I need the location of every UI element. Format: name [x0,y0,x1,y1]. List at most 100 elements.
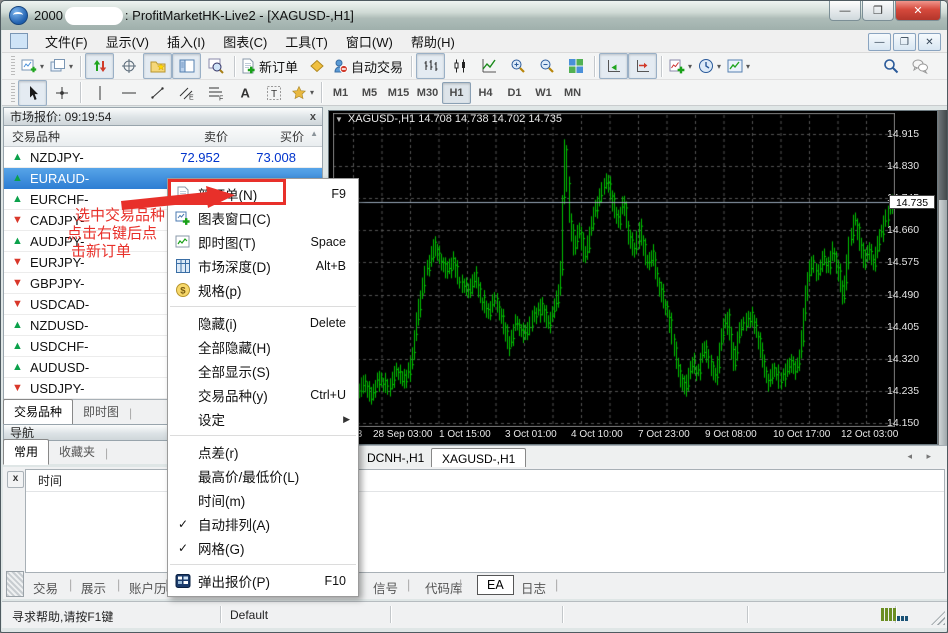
context-menu-item-弹出报价[interactable]: 弹出报价(P)F10 [168,569,358,593]
candles-button[interactable] [445,53,474,79]
folder-star-button[interactable] [143,53,172,79]
menu-窗口[interactable]: 窗口(W) [337,29,402,54]
hline-button[interactable] [114,80,143,106]
textA-button[interactable]: A [230,80,259,106]
timeframe-H1[interactable]: H1 [442,82,471,104]
resize-grip[interactable] [931,611,945,625]
dropdown-arrow-icon[interactable]: ▾ [688,62,692,71]
mdi-minimize-button[interactable]: — [868,33,891,51]
line-button[interactable] [474,53,503,79]
chat-button[interactable] [905,53,934,79]
mdi-restore-button[interactable]: ❐ [893,33,916,51]
terminal-close-icon[interactable]: x [7,471,24,488]
status-profile[interactable]: Default [230,608,268,622]
context-menu-item-即时图[interactable]: 即时图(T)Space [168,230,358,254]
menu-帮助[interactable]: 帮助(H) [402,29,464,54]
restore-button[interactable]: ❐ [862,1,894,21]
terminal-tab-日志[interactable]: 日志 [521,578,546,597]
zoom-out-button[interactable] [532,53,561,79]
vline-button[interactable] [85,80,114,106]
updown-button[interactable] [85,53,114,79]
tab-scroll-arrows-icon[interactable]: ◂ ▸ [907,451,937,462]
context-menu-item-时间[interactable]: 时间(m) [168,488,358,512]
navigator-tab-常用[interactable]: 常用 [3,439,49,465]
minimize-button[interactable]: — [829,1,861,21]
labelT-button[interactable]: T [259,80,288,106]
timeframe-M1[interactable]: M1 [326,82,355,104]
context-menu-item-规格[interactable]: $规格(p) [168,278,358,302]
timeframe-M15[interactable]: M15 [384,82,413,104]
crosshair-button[interactable] [47,80,76,106]
trend-button[interactable] [143,80,172,106]
chevron-down-icon[interactable]: ▼ [335,115,343,124]
context-menu-item-最高价/最低价[interactable]: 最高价/最低价(L) [168,464,358,488]
column-time[interactable]: 时间 [38,472,62,489]
column-symbol[interactable]: 交易品种 [4,128,140,145]
dropdown-arrow-icon[interactable]: ▾ [310,88,314,97]
cursor-button[interactable] [18,80,47,106]
menu-文件[interactable]: 文件(F) [36,29,97,54]
dropdown-arrow-icon[interactable]: ▾ [40,62,44,71]
zoom-in-button[interactable] [503,53,532,79]
scrollbar-thumb[interactable] [939,110,948,200]
timeframe-H4[interactable]: H4 [471,82,500,104]
search-button[interactable] [876,53,905,79]
terminal-grip-icon[interactable] [6,571,24,597]
channel-button[interactable]: E [172,80,201,106]
template-button[interactable]: ▾ [724,53,753,79]
shift-button[interactable] [628,53,657,79]
scroll-up-icon[interactable]: ▲ [310,129,318,138]
menu-图表[interactable]: 图表(C) [214,29,276,54]
timeframe-W1[interactable]: W1 [529,82,558,104]
tiles-button[interactable] [561,53,590,79]
market-watch-tab-即时图[interactable]: 即时图 [73,400,129,424]
mdi-close-button[interactable]: ✕ [918,33,941,51]
terminal-tab-信号[interactable]: 信号 [373,578,398,597]
profiles-button[interactable]: ▾ [47,53,76,79]
context-menu-item-点差[interactable]: 点差(r) [168,440,358,464]
terminal-tab-交易[interactable]: 交易 [33,578,58,597]
shapes-button[interactable]: ▾ [288,80,317,106]
clock-button[interactable]: ▾ [695,53,724,79]
timeframe-M5[interactable]: M5 [355,82,384,104]
column-ask[interactable]: 买价 [228,128,304,145]
timeframe-MN[interactable]: MN [558,82,587,104]
timeframe-D1[interactable]: D1 [500,82,529,104]
context-menu-item-自动排列[interactable]: ✓自动排列(A) [168,512,358,536]
price-chart-canvas[interactable] [333,113,895,427]
dropdown-arrow-icon[interactable]: ▾ [69,62,73,71]
doc-plus-button[interactable]: 新订单 [239,53,302,79]
terminal-tab-展示[interactable]: 展示 [81,578,106,597]
bars-button[interactable] [416,53,445,79]
close-icon[interactable]: x [310,112,316,122]
context-menu-item-全部显示[interactable]: 全部显示(S) [168,359,358,383]
menu-工具[interactable]: 工具(T) [276,29,337,54]
terminal-tab-代码库[interactable]: 代码库 [425,578,463,597]
context-menu-item-设定[interactable]: 设定▶ [168,407,358,431]
autoscroll-button[interactable] [599,53,628,79]
chart-plus-button[interactable]: ▾ [18,53,47,79]
close-button[interactable]: ✕ [895,1,941,21]
terminal-tab-EA[interactable]: EA [477,575,514,595]
fibo-button[interactable]: F [201,80,230,106]
market-watch-tab-交易品种[interactable]: 交易品种 [3,399,73,425]
navigator-tab-收藏夹[interactable]: 收藏夹 [49,440,105,464]
market-watch-row-NZDJPY[interactable]: ▲NZDJPY-72.95273.008 [4,147,322,168]
context-menu-item-市场深度[interactable]: 市场深度(D)Alt+B [168,254,358,278]
chart-scrollbar[interactable] [938,110,948,445]
loupe-window-button[interactable] [201,53,230,79]
context-menu-item-交易品种[interactable]: 交易品种(y)Ctrl+U [168,383,358,407]
context-menu-item-网格[interactable]: ✓网格(G) [168,536,358,560]
pointer-button[interactable] [302,53,331,79]
context-menu-item-全部隐藏[interactable]: 全部隐藏(H) [168,335,358,359]
dropdown-arrow-icon[interactable]: ▾ [717,62,721,71]
timeframe-M30[interactable]: M30 [413,82,442,104]
menu-显示[interactable]: 显示(V) [97,29,158,54]
dropdown-arrow-icon[interactable]: ▾ [746,62,750,71]
autotrade-button[interactable]: 自动交易 [331,53,407,79]
context-menu-item-隐藏[interactable]: 隐藏(i)Delete [168,311,358,335]
chart-tab-DCNH-,H1[interactable]: DCNH-,H1 [357,448,434,469]
target-button[interactable] [114,53,143,79]
menu-插入[interactable]: 插入(I) [158,29,214,54]
column-bid[interactable]: 卖价 [140,128,228,145]
